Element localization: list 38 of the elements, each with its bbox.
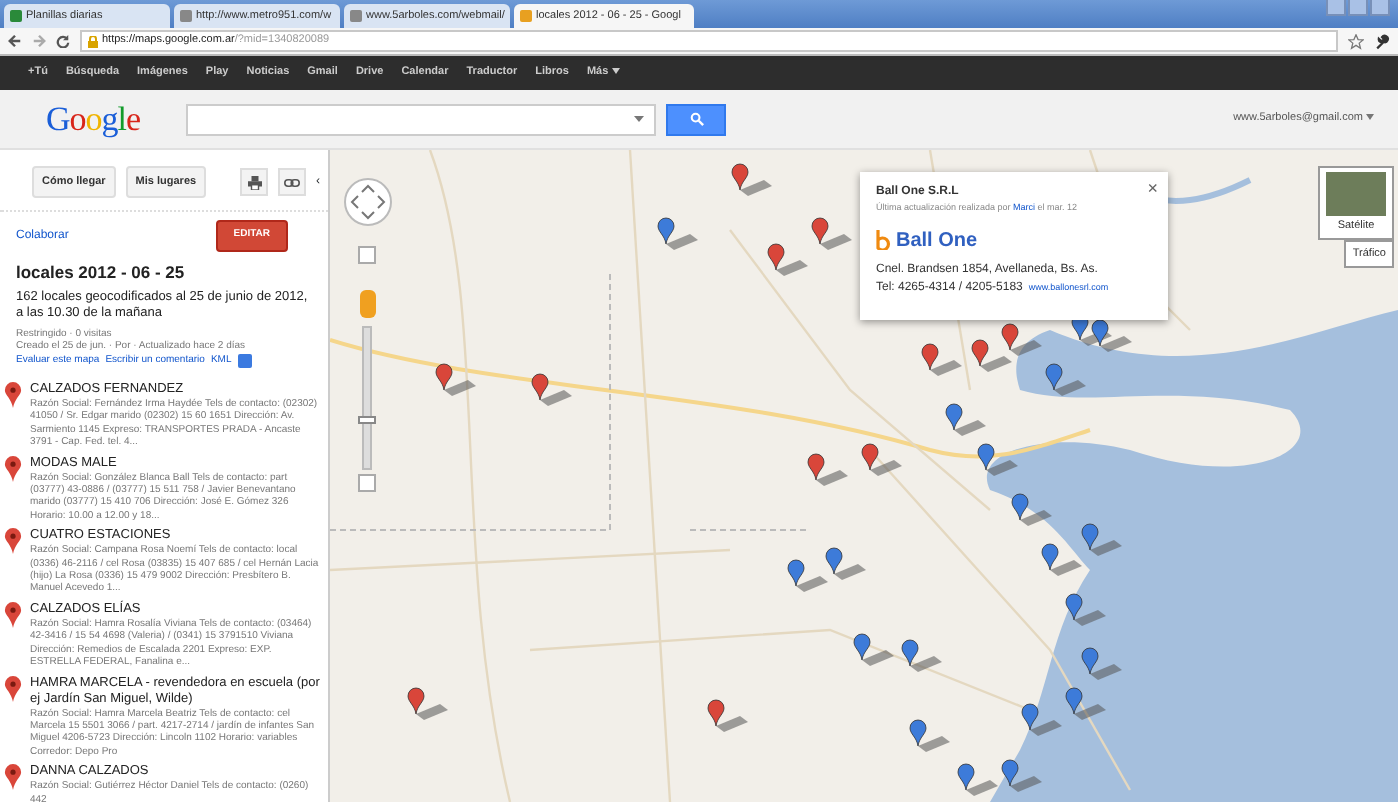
- dropdown-caret-icon[interactable]: [634, 116, 644, 122]
- map-pin-icon: [4, 455, 22, 482]
- street-view-pegman-icon[interactable]: [360, 290, 376, 318]
- star-icon[interactable]: [1348, 33, 1364, 49]
- search-icon: [689, 112, 703, 126]
- zoom-in-button[interactable]: [358, 246, 376, 264]
- search-button[interactable]: [666, 103, 726, 135]
- map-pin-icon: [4, 601, 22, 628]
- link-button[interactable]: [278, 168, 306, 197]
- site-favicon-icon: [10, 10, 22, 22]
- map-pin-icon: [4, 382, 22, 408]
- forward-icon[interactable]: [32, 34, 46, 48]
- print-button[interactable]: [240, 168, 268, 197]
- site-favicon-icon: [180, 10, 192, 22]
- kml-icon[interactable]: [237, 353, 252, 368]
- map-drawing[interactable]: [330, 150, 1398, 802]
- link-icon: [284, 177, 300, 188]
- zoom-out-button[interactable]: [358, 474, 376, 492]
- google-logo[interactable]: Google: [0, 93, 186, 145]
- caret-icon: [1366, 114, 1374, 121]
- map-pin-icon: [4, 528, 22, 555]
- reload-icon[interactable]: [56, 34, 70, 48]
- wrench-icon[interactable]: [1374, 33, 1390, 49]
- satellite-thumbnail: [1326, 172, 1386, 216]
- site-favicon-icon: [520, 10, 532, 22]
- map-pin-icon: [4, 764, 22, 791]
- close-button[interactable]: ×: [1147, 176, 1158, 203]
- printer-icon: [247, 175, 261, 190]
- zoom-slider-thumb[interactable]: [358, 416, 376, 425]
- site-favicon-icon: [350, 10, 362, 22]
- back-icon[interactable]: [8, 34, 22, 48]
- company-logo: Ball One: [876, 225, 1152, 256]
- lock-icon: [88, 35, 98, 47]
- caret-icon: [611, 68, 620, 75]
- map-pin-icon: [4, 675, 22, 701]
- map-title: locales 2012 - 06 - 25: [16, 259, 187, 285]
- search-field[interactable]: [186, 103, 656, 135]
- zoom-slider[interactable]: [362, 326, 372, 470]
